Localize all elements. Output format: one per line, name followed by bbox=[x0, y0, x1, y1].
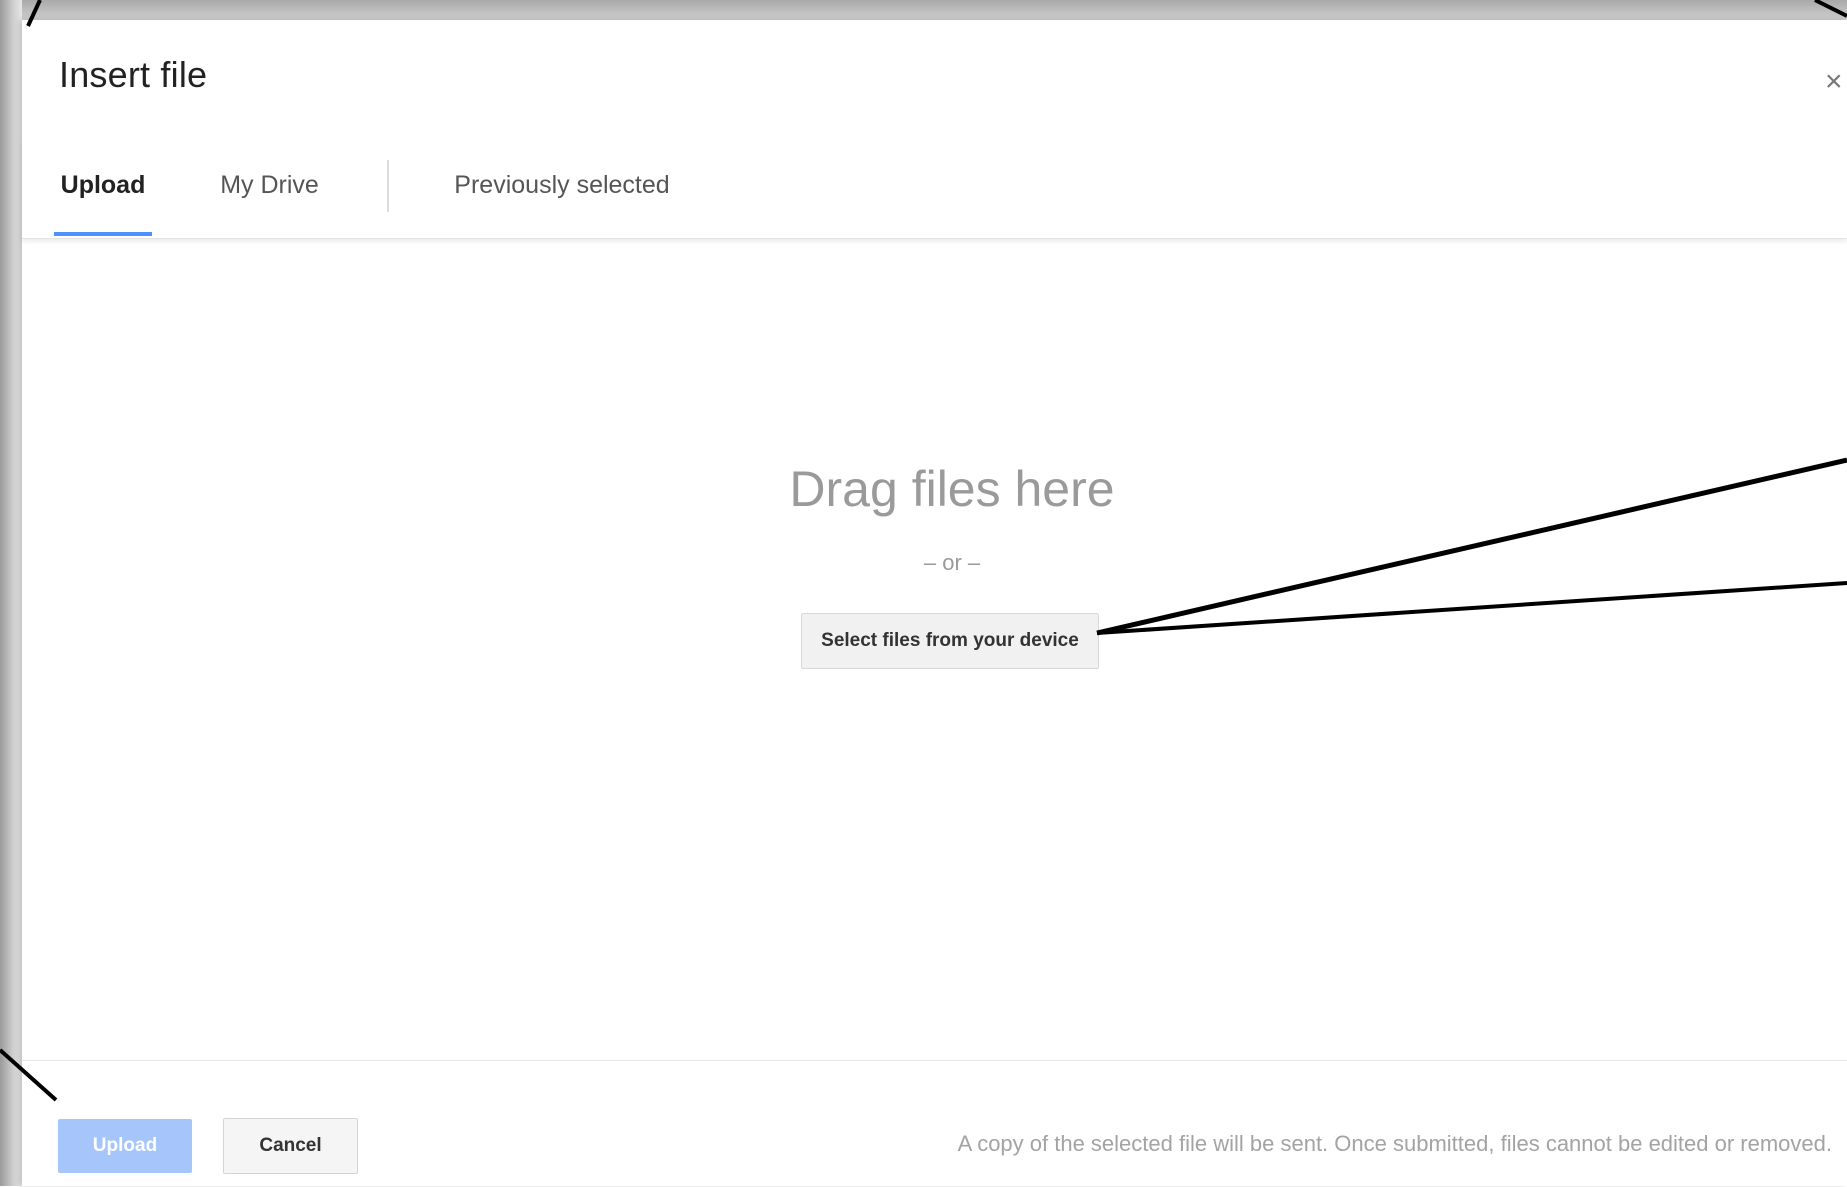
drop-zone[interactable]: Drag files here – or – Select files from… bbox=[22, 240, 1847, 1060]
or-separator: – or – bbox=[923, 550, 981, 575]
insert-file-dialog: Insert file × Upload My Drive Previously… bbox=[22, 20, 1847, 1186]
tab-bar: Upload My Drive Previously selected bbox=[22, 140, 1847, 239]
upload-button[interactable]: Upload bbox=[58, 1119, 192, 1173]
footer-note: A copy of the selected file will be sent… bbox=[957, 1131, 1832, 1156]
active-tab-indicator bbox=[54, 232, 152, 236]
cancel-button[interactable]: Cancel bbox=[223, 1118, 358, 1174]
dialog-title: Insert file bbox=[59, 54, 208, 95]
background-left-shade bbox=[0, 0, 22, 1186]
tab-previously-selected[interactable]: Previously selected bbox=[432, 160, 692, 222]
tab-divider bbox=[387, 160, 389, 212]
dialog-footer: Upload Cancel A copy of the selected fil… bbox=[22, 1060, 1847, 1187]
drag-files-heading: Drag files here bbox=[789, 461, 1115, 517]
tab-upload[interactable]: Upload bbox=[54, 160, 152, 222]
select-files-button[interactable]: Select files from your device bbox=[801, 613, 1099, 669]
close-icon[interactable]: × bbox=[1825, 67, 1847, 97]
tab-my-drive[interactable]: My Drive bbox=[192, 160, 347, 222]
background-top-shade bbox=[0, 0, 1847, 22]
